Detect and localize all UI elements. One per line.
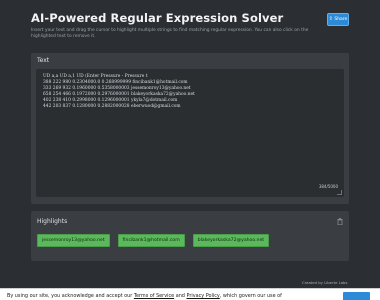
highlight-chip[interactable]: fincibank1@hotmail.com [117,234,185,247]
cookie-text: By using our site, you acknowledge and a… [7,293,282,299]
highlight-chip[interactable]: blakeyorkaska72@yahoo.net [192,234,270,247]
text-line: 442 203 837 0.1280000 0.2882000028 eberw… [43,104,181,109]
cookie-suffix: , which govern our use of [219,293,282,299]
page-subtitle: Insert your text and drag the cursor to … [31,28,309,39]
cookie-accept-button[interactable] [343,292,370,300]
highlight-chip[interactable]: jessemonroy13@yahoo.net [37,234,110,247]
highlight-chips: jessemonroy13@yahoo.net fincibank1@hotma… [37,234,270,247]
cookie-banner: By using our site, you acknowledge and a… [0,288,380,300]
share-button[interactable]: ⇪ Share [327,13,349,26]
resize-handle[interactable] [337,190,342,195]
highlights-panel: Highlights jessemonroy13@yahoo.net finci… [31,211,349,261]
char-count: 384/5000 [318,184,338,189]
credit-text: Created by Liberte Labs [302,280,348,285]
share-icon: ⇪ [328,16,333,22]
page-header: AI-Powered Regular Expression Solver Ins… [31,11,351,39]
text-panel-label: Text [37,57,50,64]
cookie-prefix: By using our site, you acknowledge and a… [7,293,134,299]
share-button-label: Share [334,17,348,22]
trash-icon[interactable] [337,218,343,225]
cookie-and: and [174,293,187,299]
text-input-area[interactable]: UD a,a UD a,1 UD (Enter Pressure - Press… [36,69,344,197]
terms-link[interactable]: Terms of Service [134,293,174,299]
text-panel: Text UD a,a UD a,1 UD (Enter Pressure - … [31,53,349,204]
page-title: AI-Powered Regular Expression Solver [31,11,284,25]
privacy-link[interactable]: Privacy Policy [186,293,219,299]
highlights-label: Highlights [37,218,68,225]
